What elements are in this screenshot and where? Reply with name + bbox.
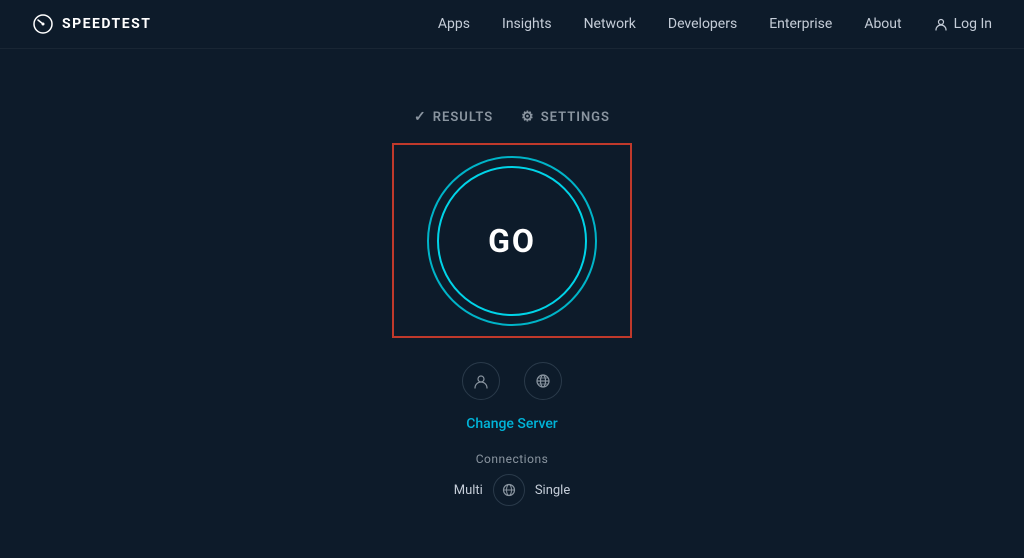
tab-settings[interactable]: ⚙ SETTINGS (521, 109, 610, 125)
user-icon (934, 17, 948, 31)
settings-icon: ⚙ (521, 109, 535, 125)
main-content: ✓ RESULTS ⚙ SETTINGS GO (0, 49, 1024, 506)
go-button[interactable]: GO (437, 166, 587, 316)
globe-icon-button[interactable] (524, 362, 562, 400)
single-label: Single (535, 483, 570, 498)
connections-toggle-icon (502, 483, 516, 497)
globe-icon (535, 373, 551, 389)
speedtest-logo-icon (32, 13, 54, 35)
header: SPEEDTEST Apps Insights Network Develope… (0, 0, 1024, 49)
tab-results-label: RESULTS (433, 110, 493, 125)
multi-label: Multi (454, 483, 483, 498)
toggle-icon-button[interactable] (493, 474, 525, 506)
tab-settings-label: SETTINGS (541, 110, 610, 125)
nav-item-enterprise[interactable]: Enterprise (769, 16, 832, 32)
nav-item-insights[interactable]: Insights (502, 16, 552, 32)
connections-section: Connections Multi Single (454, 452, 571, 506)
main-nav: Apps Insights Network Developers Enterpr… (438, 16, 992, 32)
bottom-icons (462, 362, 562, 400)
logo-text: SPEEDTEST (62, 16, 151, 32)
person-icon (473, 373, 489, 389)
login-label: Log In (954, 16, 992, 32)
results-icon: ✓ (414, 109, 427, 125)
nav-item-network[interactable]: Network (584, 16, 636, 32)
nav-item-developers[interactable]: Developers (668, 16, 737, 32)
nav-item-apps[interactable]: Apps (438, 16, 470, 32)
login-button[interactable]: Log In (934, 16, 992, 32)
tabs-bar: ✓ RESULTS ⚙ SETTINGS (414, 109, 610, 125)
user-icon-button[interactable] (462, 362, 500, 400)
tab-results[interactable]: ✓ RESULTS (414, 109, 493, 125)
logo: SPEEDTEST (32, 13, 151, 35)
nav-item-about[interactable]: About (864, 16, 901, 32)
speedtest-box: GO (392, 143, 632, 338)
connections-label: Connections (476, 452, 549, 466)
go-label: GO (488, 222, 536, 260)
go-circle-outer: GO (427, 156, 597, 326)
connections-toggle: Multi Single (454, 474, 571, 506)
change-server-link[interactable]: Change Server (466, 416, 558, 432)
